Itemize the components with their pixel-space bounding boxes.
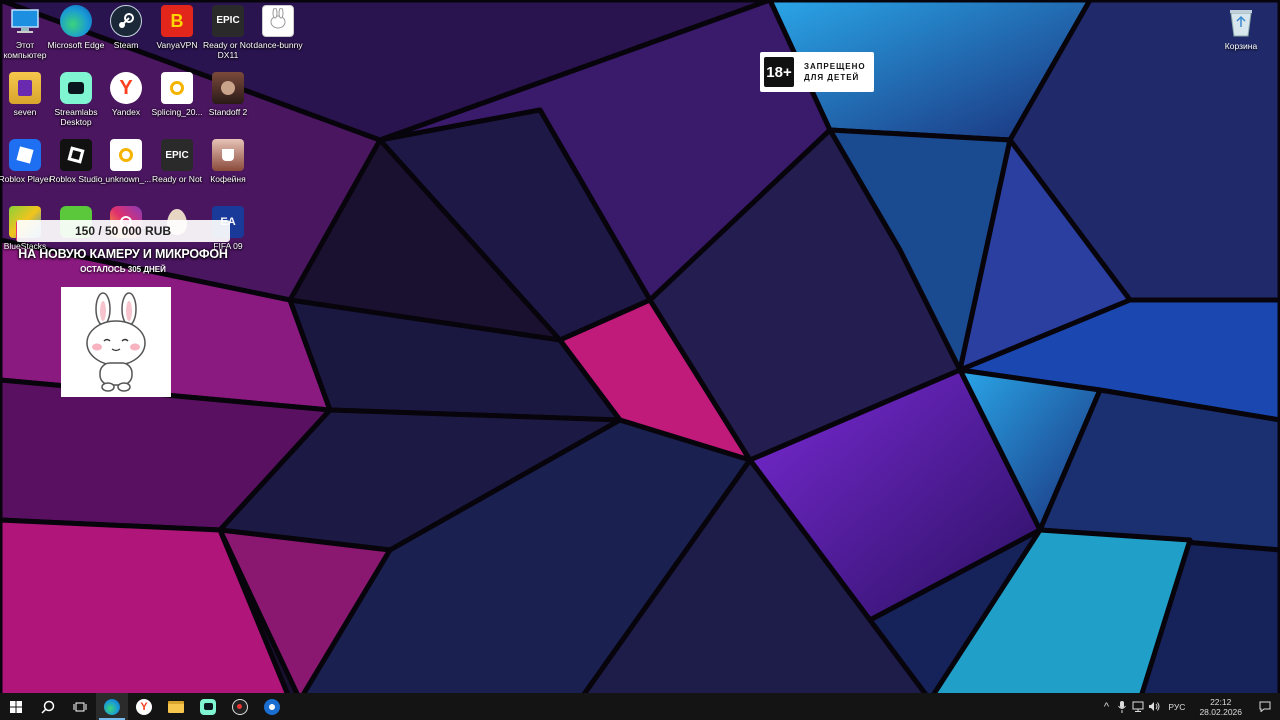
network-button[interactable] [1130,693,1146,720]
desktop-icon-label: Standoff 2 [208,107,248,117]
desktop-icon-edge[interactable]: Microsoft Edge [48,5,104,50]
taskbar: Y ^ РУС 22:12 28.02.2026 [0,693,1280,720]
streamlabs-icon [200,698,216,715]
network-icon [1132,701,1144,712]
file-explorer-icon [168,700,184,713]
microphone-button[interactable] [1114,693,1130,720]
yandex-icon: Y [136,698,152,715]
desktop-icon-recycle-bin[interactable]: Корзина [1218,6,1264,51]
donation-goal-title: НА НОВУЮ КАМЕРУ И МИКРОФОН [18,247,228,261]
desktop-icon-steam[interactable]: Steam [100,5,152,50]
notifications-button[interactable] [1250,693,1280,720]
steam-icon [110,5,142,37]
start-button[interactable] [0,693,32,720]
input-language-indicator[interactable]: РУС [1168,702,1185,712]
desktop-icon-unknown-video[interactable]: _unknown_... [100,139,152,184]
desktop-icon-streamlabs[interactable]: Streamlabs Desktop [50,72,102,127]
donation-progress-fill [16,220,17,242]
taskbar-yandex-button[interactable]: Y [128,693,160,720]
folder-file-icon [9,72,41,104]
donation-progress-bar: 150 / 50 000 RUB [16,220,230,242]
speaker-icon [1149,702,1160,711]
epic-games-icon: EPIC [161,139,193,171]
bunny-icon [86,292,146,392]
taskbar-file-explorer-button[interactable] [160,693,192,720]
age-warning-line-1: ЗАПРЕЩЕНО [804,62,866,71]
desktop-icon-this-pc[interactable]: Этот компьютер [0,5,51,60]
task-view-icon [73,702,87,711]
vanyavpn-icon: B [161,5,193,37]
task-view-button[interactable] [64,693,96,720]
epic-games-icon: EPIC [212,5,244,37]
chevron-up-icon: ^ [1103,700,1109,713]
desktop-icon-yandex[interactable]: Y Yandex [100,72,152,117]
edge-icon [104,698,120,715]
computer-icon [9,5,41,37]
search-button[interactable] [32,693,64,720]
desktop-icon-roblox-studio[interactable]: Roblox Studio [50,139,102,184]
start-icon [10,700,22,713]
image-file-icon [262,5,294,37]
steam-icon [264,698,280,715]
edge-icon [60,5,92,37]
roblox-player-icon [9,139,41,171]
desktop-icon-label: dance-bunny [253,40,303,50]
desktop-icon-coffee-shop[interactable]: Кофейня [202,139,254,184]
desktop-icon-ready-or-not-dx11[interactable]: EPIC Ready or Not DX11 [202,5,254,60]
video-file-icon [110,139,142,171]
desktop-icon-roblox-player[interactable]: Roblox Player [0,139,51,184]
clock-time: 22:12 [1210,696,1232,707]
recycle-bin-icon [1225,6,1257,38]
yandex-icon: Y [110,72,142,104]
standoff-icon [212,72,244,104]
age-warning-line-2: ДЛЯ ДЕТЕЙ [804,73,860,82]
taskbar-edge-button[interactable] [96,693,128,720]
show-hidden-icons-button[interactable]: ^ [1098,693,1114,720]
roblox-studio-icon [60,139,92,171]
clock-date: 28.02.2026 [1199,706,1242,717]
coffee-shop-icon [212,139,244,171]
taskbar-obs-button[interactable] [224,693,256,720]
desktop-icon-standoff-2[interactable]: Standoff 2 [202,72,254,117]
desktop-icon-splicing[interactable]: Splicing_20... [151,72,203,117]
video-file-icon [161,72,193,104]
desktop-icon-ready-or-not[interactable]: EPIC Ready or Not [151,139,203,184]
desktop-icon-vanyavpn[interactable]: B VanyaVPN [151,5,203,50]
age-rating: 18+ [764,57,794,87]
desktop-icon-seven[interactable]: seven [0,72,51,117]
search-icon [41,700,55,714]
streamlabs-icon [60,72,92,104]
system-tray: ^ РУС 22:12 28.02.2026 [1098,693,1280,720]
desktop-icon-label: Кофейня [210,174,246,184]
bunny-sticker [61,287,171,397]
obs-icon [232,698,248,715]
age-restriction-badge: 18+ ЗАПРЕЩЕНО ДЛЯ ДЕТЕЙ [760,52,874,92]
microphone-icon [1118,700,1127,713]
taskbar-steam-button[interactable] [256,693,288,720]
donation-progress-text: 150 / 50 000 RUB [74,224,172,238]
taskbar-streamlabs-button[interactable] [192,693,224,720]
desktop-icon-dance-bunny[interactable]: dance-bunny [252,5,304,50]
clock[interactable]: 22:12 28.02.2026 [1199,697,1242,717]
notification-center-icon [1259,701,1271,712]
donation-days-left: ОСТАЛОСЬ 305 ДНЕЙ [80,265,166,274]
desktop-icon-label: Корзина [1224,41,1258,51]
volume-button[interactable] [1146,693,1162,720]
